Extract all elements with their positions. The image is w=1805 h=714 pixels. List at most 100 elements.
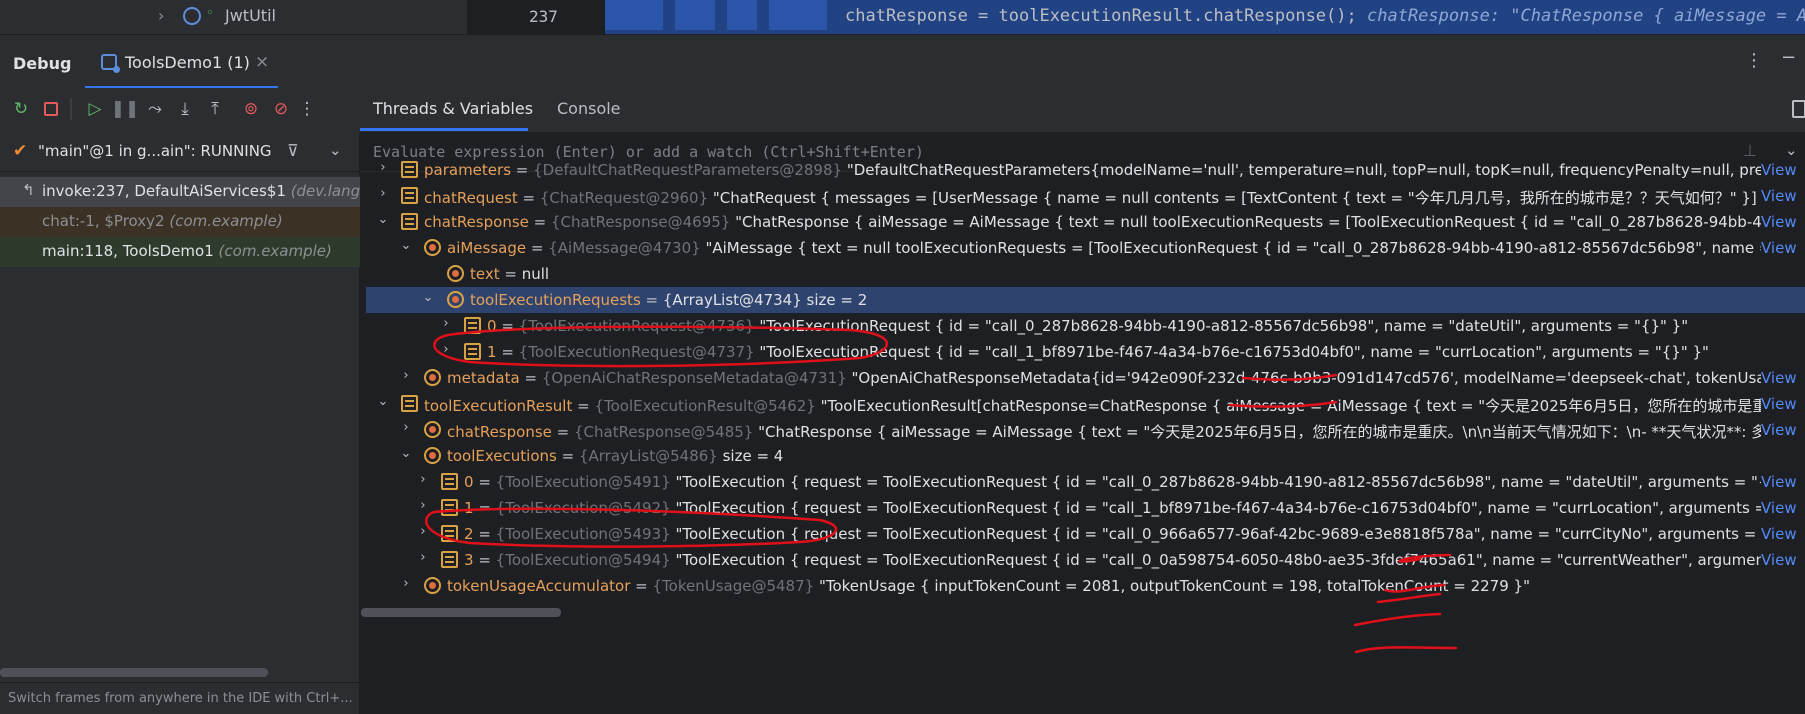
stack-frame[interactable]: chat:-1, $Proxy2 (com.example) [0, 207, 360, 237]
view-link[interactable]: View [1761, 547, 1805, 573]
variable-name: chatResponse [424, 213, 529, 231]
view-breakpoints-icon[interactable]: ⊚ [240, 98, 262, 120]
view-link[interactable]: View [1761, 157, 1805, 183]
chevron-right-icon[interactable]: › [376, 160, 390, 175]
variable-row[interactable]: ⌄ chatResponse = {ChatResponse@4695} "Ch… [361, 209, 1805, 235]
check-icon: ✔ [13, 141, 28, 161]
variable-row[interactable]: › 3 = {ToolExecution@5494} "ToolExecutio… [361, 547, 1805, 573]
field-icon [441, 551, 458, 568]
layout-icon[interactable] [1792, 100, 1805, 118]
rerun-icon[interactable]: ↻ [10, 98, 32, 120]
variable-value: "DefaultChatRequestParameters{modelName=… [846, 161, 1805, 179]
view-link[interactable]: View [1761, 209, 1805, 235]
variable-value: null [521, 265, 550, 283]
minimize-icon[interactable]: − [1781, 47, 1796, 68]
variable-row[interactable]: › tokenUsageAccumulator = {TokenUsage@54… [361, 573, 1805, 599]
variable-type: {ToolExecution@5493} [495, 525, 671, 543]
variable-type: {ToolExecution@5494} [495, 551, 671, 569]
pause-icon[interactable]: ❚❚ [111, 98, 140, 120]
more-actions-icon[interactable]: ⋮ [296, 98, 318, 120]
variable-row[interactable]: › 0 = {ToolExecutionRequest@4736} "ToolE… [361, 313, 1805, 339]
variable-type: {ToolExecutionResult@5462} [594, 397, 816, 415]
variable-name: parameters [424, 161, 512, 179]
chevron-right-icon[interactable]: › [439, 342, 453, 357]
mute-breakpoints-icon[interactable]: ⊘ [270, 98, 292, 120]
step-out-icon[interactable]: ⤒ [204, 98, 226, 120]
editor-gutter: 237 [507, 0, 605, 34]
debug-title: Debug [13, 54, 72, 73]
variable-row[interactable]: › 1 = {ToolExecution@5492} "ToolExecutio… [361, 495, 1805, 521]
thread-selector[interactable]: ✔ "main"@1 in g...ain": RUNNING ⊽ ⌄ [0, 132, 360, 172]
toolbar-separator [70, 98, 72, 120]
debug-toolbar: ↻ ▷ ❚❚ ⤳ ⤓ ⤒ ⊚ ⊘ ⋮ Threads & Variables C… [0, 88, 1805, 132]
view-link[interactable]: View [1761, 417, 1805, 443]
horizontal-scrollbar[interactable] [361, 608, 561, 617]
variable-name: 3 [464, 551, 474, 569]
variable-row-selected[interactable]: ⌄ toolExecutionRequests = {ArrayList@473… [366, 287, 1805, 313]
step-into-icon[interactable]: ⤓ [174, 98, 196, 120]
thread-selector-label: "main"@1 in g...ain": RUNNING [38, 142, 272, 160]
variable-row[interactable]: text = null [361, 261, 1805, 287]
chevron-right-icon[interactable]: › [158, 6, 164, 25]
view-link[interactable]: View [1761, 469, 1805, 495]
resume-icon[interactable]: ▷ [84, 98, 106, 120]
chevron-right-icon[interactable]: › [439, 316, 453, 331]
variable-name: text [470, 265, 500, 283]
view-link[interactable]: View [1761, 183, 1805, 209]
more-options-icon[interactable]: ⋮ [1745, 50, 1763, 71]
chevron-down-icon[interactable]: ⌄ [376, 394, 390, 409]
chevron-down-icon[interactable]: ⌄ [399, 446, 413, 461]
variable-row[interactable]: ⌄ toolExecutionResult = {ToolExecutionRe… [361, 391, 1805, 417]
view-link[interactable]: View [1761, 521, 1805, 547]
chevron-right-icon[interactable]: › [376, 186, 390, 201]
chevron-right-icon[interactable]: › [416, 498, 430, 513]
chevron-right-icon[interactable]: › [416, 550, 430, 565]
chevron-down-icon[interactable]: ⌄ [421, 290, 435, 305]
chevron-right-icon[interactable]: › [399, 420, 413, 435]
view-link[interactable]: View [1761, 495, 1805, 521]
chevron-down-icon[interactable]: ⌄ [329, 141, 342, 159]
access-icon: ◦ [206, 6, 214, 21]
tab-threads-variables[interactable]: Threads & Variables [373, 99, 533, 118]
chevron-right-icon[interactable]: › [416, 524, 430, 539]
object-field-icon [424, 369, 441, 386]
view-link[interactable]: View [1761, 391, 1805, 417]
variable-row[interactable]: › 0 = {ToolExecution@5491} "ToolExecutio… [361, 469, 1805, 495]
variable-value: "ToolExecutionRequest { id = "call_0_287… [759, 317, 1689, 335]
chevron-right-icon[interactable]: › [399, 368, 413, 383]
tab-console[interactable]: Console [557, 99, 621, 118]
hint-text: Switch frames from anywhere in the IDE w… [8, 691, 353, 706]
class-icon [183, 7, 201, 25]
variable-row[interactable]: › 2 = {ToolExecution@5493} "ToolExecutio… [361, 521, 1805, 547]
variable-row[interactable]: ⌄ toolExecutions = {ArrayList@5486} size… [361, 443, 1805, 469]
chevron-down-icon[interactable]: ⌄ [399, 238, 413, 253]
horizontal-scrollbar[interactable] [0, 668, 268, 677]
field-icon [464, 317, 481, 334]
variable-row[interactable]: › metadata = {OpenAiChatResponseMetadata… [361, 365, 1805, 391]
filter-icon[interactable]: ⊽ [287, 141, 299, 160]
close-icon[interactable]: × [255, 52, 269, 72]
chevron-right-icon[interactable]: › [416, 472, 430, 487]
variable-row[interactable]: › chatRequest = {ChatRequest@2960} "Chat… [361, 183, 1805, 209]
view-link[interactable]: View [1761, 235, 1805, 261]
view-link[interactable]: View [1761, 365, 1805, 391]
variable-type: {DefaultChatRequestParameters@2898} [533, 161, 843, 179]
variable-name: 1 [464, 499, 474, 517]
stop-icon[interactable] [40, 98, 62, 120]
chevron-down-icon[interactable]: ⌄ [376, 212, 390, 227]
variable-value: "ToolExecution { request = ToolExecution… [675, 551, 1805, 569]
object-field-icon [424, 577, 441, 594]
variable-row[interactable]: › parameters = {DefaultChatRequestParame… [361, 157, 1805, 183]
return-arrow-icon: ↰ [22, 181, 35, 199]
project-tree-item[interactable]: › ◦ JwtUtil [0, 0, 467, 34]
code-line[interactable]: chatResponse = toolExecutionResult.chatR… [845, 6, 1357, 26]
step-over-icon[interactable]: ⤳ [144, 98, 166, 120]
stack-frame[interactable]: main:118, ToolsDemo1 (com.example) [0, 237, 360, 267]
variable-row[interactable]: ⌄ aiMessage = {AiMessage@4730} "AiMessag… [361, 235, 1805, 261]
variable-row[interactable]: › 1 = {ToolExecutionRequest@4737} "ToolE… [361, 339, 1805, 365]
stack-frame[interactable]: ↰ invoke:237, DefaultAiServices$1 (dev.l… [0, 177, 360, 207]
variable-row[interactable]: › chatResponse = {ChatResponse@5485} "Ch… [361, 417, 1805, 443]
chevron-right-icon[interactable]: › [399, 576, 413, 591]
tab-debug-session[interactable]: ToolsDemo1 (1) × [85, 35, 278, 89]
variable-value: {ArrayList@4734} size = 2 [662, 291, 868, 309]
